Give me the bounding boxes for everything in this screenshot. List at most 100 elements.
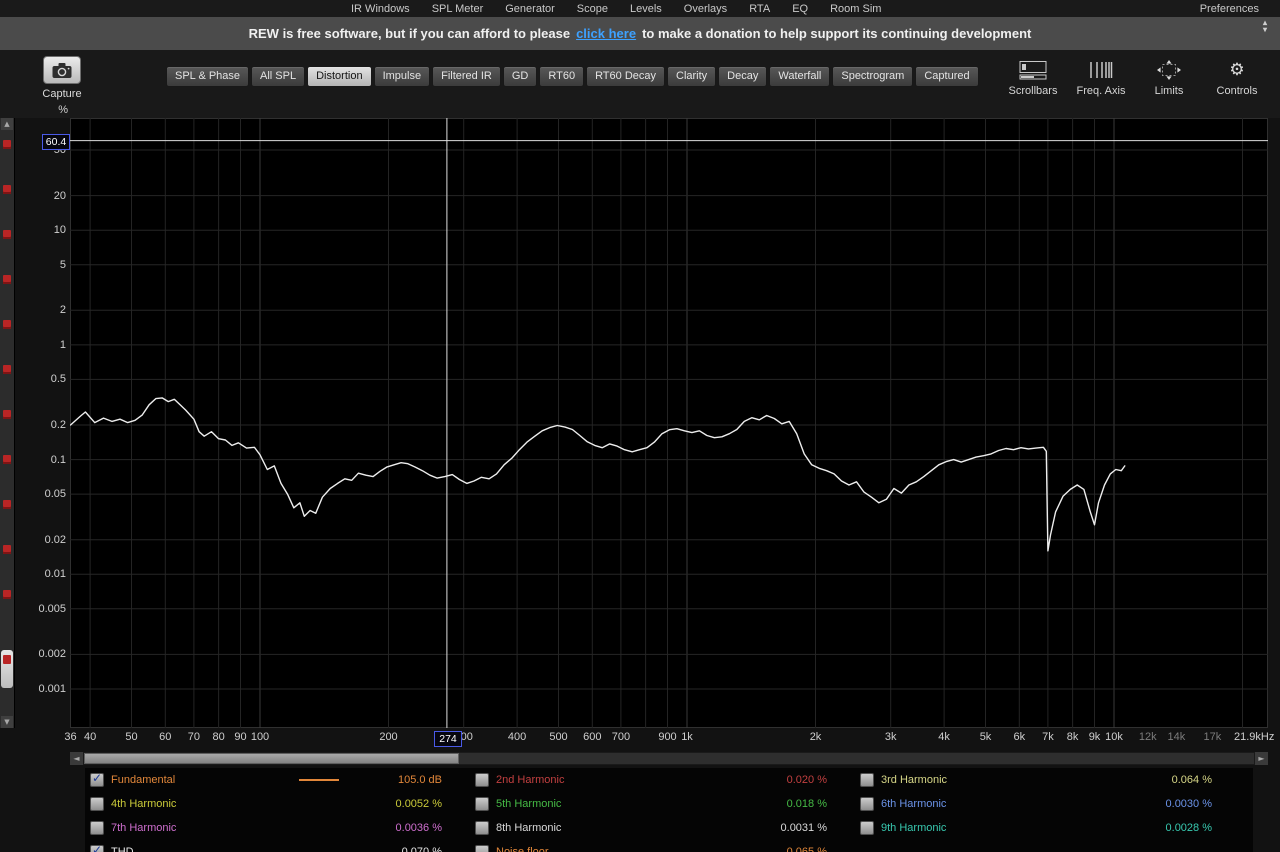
capture-label: Capture [42, 88, 82, 100]
h-scrollbar-track[interactable] [83, 752, 1255, 765]
gear-glyph: ⚙ [1229, 60, 1245, 80]
legend-checkbox-3rd-harmonic[interactable] [860, 773, 874, 787]
legend-entry-fundamental: ✓ Fundamental 105.0 dB [85, 768, 470, 792]
y-axis-label: 20 [53, 189, 66, 202]
tab-distortion[interactable]: Distortion [307, 66, 372, 87]
x-axis-label: 200 [379, 731, 398, 743]
legend-label: Fundamental [111, 774, 176, 786]
tool-label: Controls [1216, 85, 1258, 97]
measurement-marker[interactable] [3, 230, 11, 239]
x-axis-label: 3k [884, 731, 897, 743]
tool-scrollbars[interactable]: Scrollbars [1002, 58, 1064, 97]
scroll-left-arrow-icon[interactable]: ◄ [70, 752, 83, 765]
y-axis-unit-label: % [58, 104, 68, 116]
menu-item-levels[interactable]: Levels [619, 3, 673, 15]
legend-entry-thd: ✓ THD 0.070 % [85, 840, 470, 852]
measurement-marker[interactable] [3, 590, 11, 599]
x-axis-label: 60 [159, 731, 172, 743]
h-scrollbar-thumb[interactable] [84, 753, 459, 764]
tool-freq-axis[interactable]: Freq. Axis [1070, 58, 1132, 97]
legend-checkbox-thd[interactable]: ✓ [90, 843, 104, 852]
legend-value: 0.0036 % [395, 822, 442, 834]
menu-item-scope[interactable]: Scope [566, 3, 619, 15]
legend-checkbox-2nd-harmonic[interactable] [475, 773, 489, 787]
measurement-marker[interactable] [3, 500, 11, 509]
tool-label: Limits [1154, 85, 1184, 97]
menu-item-rta[interactable]: RTA [738, 3, 781, 15]
measurement-marker[interactable] [3, 455, 11, 464]
legend-label: Noise floor [496, 846, 549, 852]
legend-label: 4th Harmonic [111, 798, 177, 810]
legend-checkbox-6th-harmonic[interactable] [860, 797, 874, 811]
y-axis-label: 0.2 [50, 419, 66, 431]
tab-clarity[interactable]: Clarity [667, 66, 717, 87]
capture-button[interactable]: Capture [38, 56, 86, 100]
tab-rt60-decay[interactable]: RT60 Decay [586, 66, 665, 87]
toolbar-right-tools: Scrollbars Freq. Axis Limits ⚙ Controls [1002, 58, 1268, 97]
measurement-marker[interactable] [3, 320, 11, 329]
legend-value: 105.0 dB [397, 774, 442, 786]
tab-all-spl[interactable]: All SPL [251, 66, 306, 87]
tab-captured[interactable]: Captured [915, 66, 979, 87]
collapse-banner-icon[interactable]: ▴ ▾ [1258, 19, 1272, 34]
distortion-plot[interactable] [69, 118, 1268, 728]
tab-spl-phase[interactable]: SPL & Phase [166, 66, 250, 87]
legend-value: 0.020 % [786, 774, 827, 786]
tool-limits[interactable]: Limits [1138, 58, 1200, 97]
menu-item-preferences[interactable]: Preferences [1189, 3, 1270, 15]
gear-icon: ⚙ [1206, 58, 1268, 82]
menu-item-spl-meter[interactable]: SPL Meter [421, 3, 495, 15]
legend-row: ✓ Fundamental 105.0 dB 2nd Harmonic 0.020 % 3… [85, 768, 1253, 792]
measurement-marker[interactable] [3, 410, 11, 419]
left-scrollbar-thumb[interactable] [1, 650, 13, 688]
tab-waterfall[interactable]: Waterfall [769, 66, 831, 87]
menu-item-overlays[interactable]: Overlays [673, 3, 738, 15]
measurement-marker[interactable] [3, 275, 11, 284]
legend-checkbox-9th-harmonic[interactable] [860, 821, 874, 835]
limits-icon [1138, 58, 1200, 82]
measurement-marker[interactable] [3, 365, 11, 374]
legend-checkbox-fundamental[interactable]: ✓ [90, 771, 104, 787]
x-axis-label: 80 [212, 731, 225, 743]
legend-value: 0.070 % [401, 846, 442, 852]
scroll-up-arrow-icon[interactable]: ▲ [1, 118, 13, 130]
x-axis-label: 700 [611, 731, 631, 743]
x-axis-label: 8k [1066, 731, 1079, 743]
legend-value: 0.018 % [786, 798, 827, 810]
y-axis-label: 0.1 [50, 453, 66, 466]
donation-link[interactable]: click here [576, 26, 636, 41]
tab-filtered-ir[interactable]: Filtered IR [432, 66, 501, 87]
scroll-right-arrow-icon[interactable]: ► [1255, 752, 1268, 765]
scroll-down-arrow-icon[interactable]: ▼ [1, 716, 13, 728]
tab-gd[interactable]: GD [502, 66, 538, 87]
menu-item-generator[interactable]: Generator [494, 3, 566, 15]
x-axis-label: 100 [250, 731, 270, 743]
legend-checkbox-7th-harmonic[interactable] [90, 821, 104, 835]
x-axis-label: 5k [979, 731, 992, 743]
legend-checkbox-4th-harmonic[interactable] [90, 797, 104, 811]
legend-label: 3rd Harmonic [881, 774, 948, 786]
menu-item-ir-windows[interactable]: IR Windows [340, 3, 421, 15]
legend-entry-7th-harmonic: 7th Harmonic 0.0036 % [85, 816, 470, 840]
legend-line-swatch [299, 779, 340, 781]
left-scrollbar[interactable]: ▲ ▼ [0, 118, 15, 728]
legend-checkbox-8th-harmonic[interactable] [475, 821, 489, 835]
y-axis-label: 1 [59, 338, 66, 351]
measurement-marker[interactable] [3, 185, 11, 194]
checkmark-icon: ✓ [92, 771, 103, 785]
y-cursor-readout: 60.4 [42, 134, 70, 150]
x-axis-label: 6k [1013, 731, 1026, 743]
legend-checkbox-5th-harmonic[interactable] [475, 797, 489, 811]
tab-decay[interactable]: Decay [718, 66, 768, 87]
measurement-marker[interactable] [3, 545, 11, 554]
measurement-marker[interactable] [3, 140, 11, 149]
tab-rt60[interactable]: RT60 [539, 66, 585, 87]
legend-checkbox-noise-floor[interactable] [475, 845, 489, 852]
tool-controls[interactable]: ⚙ Controls [1206, 58, 1268, 97]
tab-impulse[interactable]: Impulse [373, 66, 431, 87]
legend-entry-3rd-harmonic: 3rd Harmonic 0.064 % [855, 768, 1240, 792]
menu-item-room-sim[interactable]: Room Sim [819, 3, 892, 15]
menu-item-eq[interactable]: EQ [781, 3, 819, 15]
tab-spectrogram[interactable]: Spectrogram [832, 66, 914, 87]
legend-entry-4th-harmonic: 4th Harmonic 0.0052 % [85, 792, 470, 816]
